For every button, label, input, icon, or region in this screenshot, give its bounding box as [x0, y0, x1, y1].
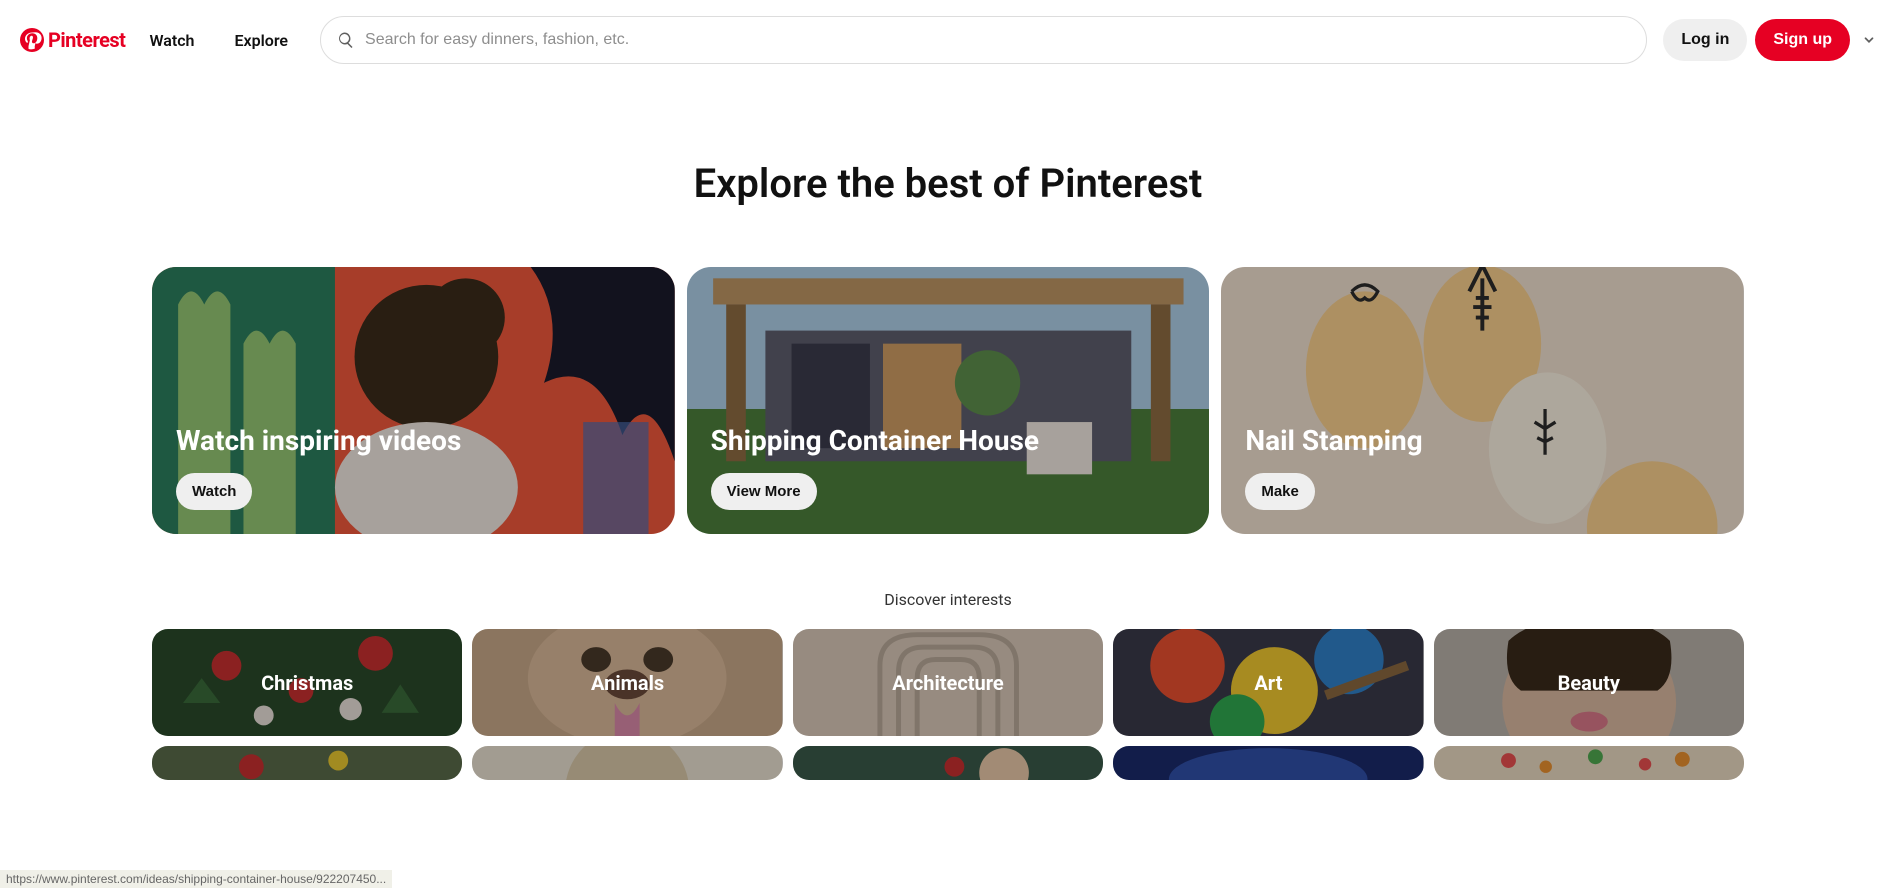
search-bar[interactable]	[320, 16, 1647, 64]
feature-row: Watch inspiring videos Watch Shipping Co…	[0, 267, 1896, 534]
interest-card-architecture[interactable]: Architecture	[793, 629, 1103, 736]
logo-text: Pinterest	[48, 28, 125, 52]
interest-label: Animals	[591, 671, 664, 695]
interest-card-animals[interactable]: Animals	[472, 629, 782, 736]
interest-card[interactable]	[472, 746, 782, 780]
feature-title: Nail Stamping	[1245, 424, 1720, 457]
header: Pinterest Watch Explore Log in Sign up	[0, 0, 1896, 80]
status-url: https://www.pinterest.com/ideas/shipping…	[0, 870, 392, 888]
search-input[interactable]	[365, 31, 1630, 49]
page-heading: Explore the best of Pinterest	[0, 160, 1896, 207]
discover-label: Discover interests	[0, 590, 1896, 609]
interest-card[interactable]	[1434, 746, 1744, 780]
feature-button-make[interactable]: Make	[1245, 473, 1315, 510]
interest-card[interactable]	[793, 746, 1103, 780]
feature-button-viewmore[interactable]: View More	[711, 473, 817, 510]
search-icon	[337, 31, 355, 49]
login-button[interactable]: Log in	[1663, 19, 1747, 61]
logo[interactable]: Pinterest	[20, 28, 125, 52]
nav-explore[interactable]: Explore	[218, 19, 304, 62]
feature-title: Shipping Container House	[711, 424, 1186, 457]
interest-label: Architecture	[892, 671, 1003, 695]
interest-card[interactable]	[152, 746, 462, 780]
interest-card-beauty[interactable]: Beauty	[1434, 629, 1744, 736]
interest-label: Christmas	[261, 671, 353, 695]
interest-card[interactable]	[1113, 746, 1423, 780]
feature-title: Watch inspiring videos	[176, 424, 651, 457]
nav-watch[interactable]: Watch	[133, 19, 210, 62]
interest-label: Beauty	[1558, 671, 1620, 695]
feature-card-videos[interactable]: Watch inspiring videos Watch	[152, 267, 675, 534]
signup-button[interactable]: Sign up	[1755, 19, 1850, 61]
feature-button-watch[interactable]: Watch	[176, 473, 252, 510]
interest-card-christmas[interactable]: Christmas	[152, 629, 462, 736]
interest-label: Art	[1254, 671, 1282, 695]
feature-card-house[interactable]: Shipping Container House View More	[687, 267, 1210, 534]
pinterest-icon	[20, 28, 44, 52]
interest-card-art[interactable]: Art	[1113, 629, 1423, 736]
interest-grid: Christmas Animals Architecture Art Beaut…	[0, 629, 1896, 780]
chevron-down-icon[interactable]	[1862, 33, 1876, 47]
feature-card-nails[interactable]: Nail Stamping Make	[1221, 267, 1744, 534]
